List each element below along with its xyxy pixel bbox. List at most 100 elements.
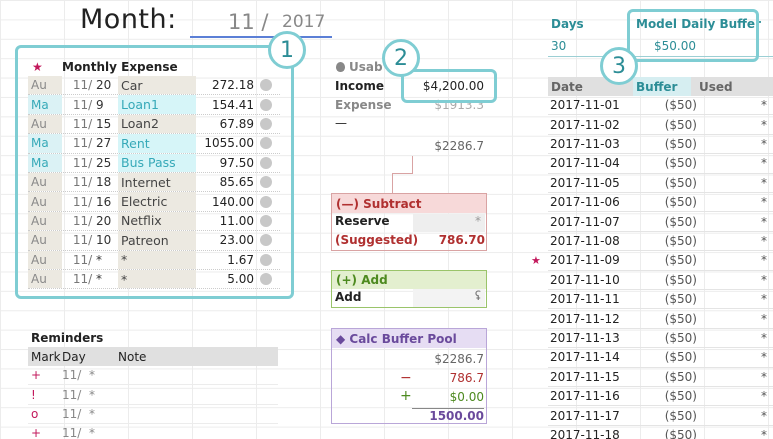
daily-used[interactable]: * (697, 195, 773, 209)
daily-used[interactable]: * (697, 389, 773, 403)
daily-buffer[interactable]: ($50) (633, 98, 697, 112)
daily-used[interactable]: * (697, 428, 773, 439)
daily-row[interactable]: 2017-11-08 ($50) * (548, 232, 773, 252)
daily-used[interactable]: * (697, 292, 773, 306)
calc-plus-sign: + (400, 388, 412, 404)
reminder-mark[interactable]: + (28, 426, 62, 439)
daily-date: 2017-11-17 (550, 408, 620, 423)
calc-plus-value: $0.00 (449, 390, 484, 404)
daily-row[interactable]: 2017-11-15 ($50) * (548, 368, 773, 387)
daily-date: 2017-11-10 (550, 272, 620, 287)
daily-row[interactable]: 2017-11-14 ($50) * (548, 348, 773, 368)
daily-row[interactable]: 2017-11-01 ($50) * (548, 96, 773, 116)
daily-row[interactable]: 2017-11-06 ($50) * (548, 193, 773, 213)
daily-date: 2017-11-15 (550, 369, 620, 384)
daily-buffer[interactable]: ($50) (633, 156, 697, 170)
daily-col-used: Used (699, 79, 733, 94)
add-input[interactable]: ʢ (413, 289, 485, 307)
daily-row[interactable]: 2017-11-10 ($50) * (548, 271, 773, 290)
reminder-row[interactable]: ! 11/ * (28, 385, 278, 405)
daily-buffer[interactable]: ($50) (633, 409, 697, 423)
income-label: Income (335, 79, 385, 93)
money-bag-icon (336, 62, 345, 72)
daily-buffer[interactable]: ($50) (633, 331, 697, 345)
daily-header-row: Date Buffer Used (548, 77, 773, 96)
daily-buffer[interactable]: ($50) (633, 292, 697, 306)
callout-box-income (401, 69, 497, 103)
daily-date: 2017-11-16 (550, 389, 620, 404)
daily-buffer[interactable]: ($50) (633, 253, 697, 267)
daily-buffer[interactable]: ($50) (633, 312, 697, 326)
reminder-day[interactable]: 11/ * (62, 388, 118, 402)
daily-buffer[interactable]: ($50) (633, 195, 697, 209)
daily-date: 2017-11-08 (550, 233, 620, 248)
reserve-input[interactable]: * (413, 214, 485, 232)
reminder-row[interactable]: +11/ * (28, 366, 278, 386)
reminder-mark[interactable]: o (28, 407, 62, 421)
reminder-row[interactable]: +11/ * (28, 424, 278, 439)
daily-buffer[interactable]: ($50) (633, 118, 697, 132)
daily-date: 2017-11-09 (550, 253, 620, 268)
month-value[interactable]: 11 / (228, 10, 269, 34)
reminder-day[interactable]: 11/ * (62, 407, 118, 421)
daily-buffer[interactable]: ($50) (633, 176, 697, 190)
daily-row[interactable]: 2017-11-12 ($50) * (548, 309, 773, 329)
daily-used[interactable]: * (697, 370, 773, 384)
days-value[interactable]: 30 (551, 39, 566, 53)
daily-buffer[interactable]: ($50) (633, 428, 697, 439)
daily-used[interactable]: * (697, 176, 773, 190)
daily-row[interactable]: 2017-11-18 ($50) * (548, 426, 773, 439)
calc-total: $2286.7 (434, 352, 484, 366)
reminders-header-row: Mark Day Note (28, 347, 278, 366)
daily-buffer[interactable]: ($50) (633, 350, 697, 364)
daily-used[interactable]: * (697, 215, 773, 229)
daily-row[interactable]: 2017-11-04 ($50) * (548, 154, 773, 174)
daily-used[interactable]: * (697, 137, 773, 151)
daily-row[interactable]: 2017-11-07 ($50) * (548, 212, 773, 232)
reminder-day[interactable]: 11/ * (62, 368, 118, 382)
daily-used[interactable]: * (697, 156, 773, 170)
remaining-value: $2286.7 (434, 139, 484, 153)
daily-date: 2017-11-06 (550, 195, 620, 210)
daily-used[interactable]: * (697, 273, 773, 287)
daily-row[interactable]: 2017-11-16 ($50) * (548, 387, 773, 407)
subtract-title: (—) Subtract (332, 194, 486, 213)
connector-line (412, 156, 413, 174)
daily-date: 2017-11-03 (550, 136, 620, 151)
calc-buffer-title: ◆ Calc Buffer Pool (332, 329, 486, 348)
daily-date: 2017-11-02 (550, 117, 620, 132)
daily-buffer[interactable]: ($50) (633, 137, 697, 151)
daily-row[interactable]: 2017-11-05 ($50) * (548, 174, 773, 193)
month-underline (190, 36, 332, 38)
daily-row[interactable]: 2017-11-03 ($50) * (548, 135, 773, 155)
daily-used[interactable]: * (697, 331, 773, 345)
reminder-day[interactable]: 11/ * (62, 426, 118, 439)
daily-row[interactable]: 2017-11-13 ($50) * (548, 329, 773, 349)
daily-used[interactable]: * (697, 118, 773, 132)
daily-buffer[interactable]: ($50) (633, 273, 697, 287)
year-value[interactable]: 2017 (282, 12, 325, 32)
daily-used[interactable]: * (697, 253, 773, 267)
suggested-value: 786.70 (438, 233, 485, 247)
reminder-mark[interactable]: ! (28, 388, 62, 402)
daily-row[interactable]: 2017-11-17 ($50) * (548, 406, 773, 426)
add-label: Add (335, 290, 362, 304)
daily-buffer[interactable]: ($50) (633, 234, 697, 248)
daily-buffer[interactable]: ($50) (633, 215, 697, 229)
daily-row[interactable]: 2017-11-02 ($50) * (548, 115, 773, 135)
daily-buffer[interactable]: ($50) (633, 389, 697, 403)
daily-used[interactable]: * (697, 350, 773, 364)
daily-buffer[interactable]: ($50) (633, 370, 697, 384)
callout-badge-3: 3 (600, 47, 638, 85)
daily-row[interactable]: 2017-11-11 ($50) * (548, 290, 773, 310)
daily-used[interactable]: * (697, 312, 773, 326)
daily-used[interactable]: * (697, 234, 773, 248)
daily-used[interactable]: * (697, 98, 773, 112)
callout-box-model-buffer (627, 9, 759, 62)
reminder-mark[interactable]: + (28, 368, 62, 382)
daily-date: 2017-11-01 (550, 98, 620, 113)
daily-row[interactable]: 2017-11-09 ($50) * (548, 251, 773, 271)
daily-used[interactable]: * (697, 409, 773, 423)
reminder-row[interactable]: o 11/ * (28, 405, 278, 425)
daily-date: 2017-11-12 (550, 311, 620, 326)
